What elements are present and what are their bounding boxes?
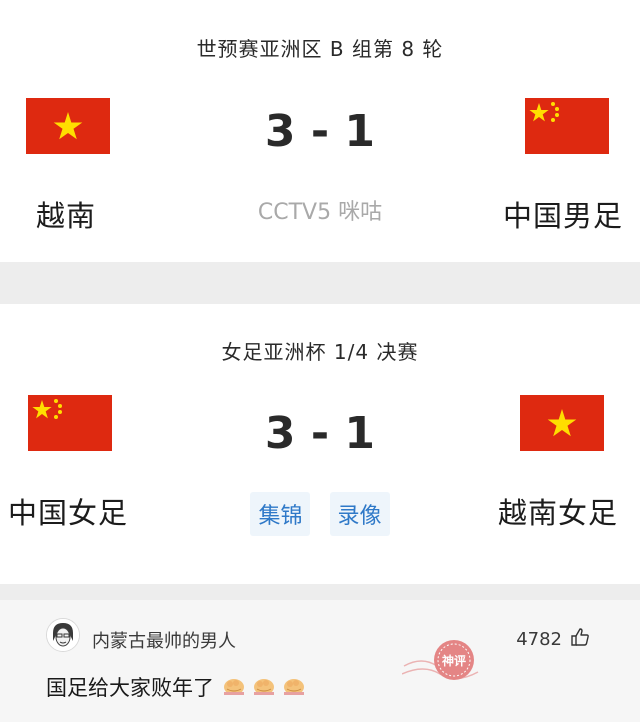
fist-salute-emoji-icon (282, 674, 306, 701)
comment-body: 国足给大家败年了 (46, 672, 306, 702)
like-control[interactable]: 4782 (516, 627, 590, 652)
event-title: 女足亚洲杯 1/4 决赛 (221, 340, 419, 364)
match-card-worldcup-qualifier[interactable]: 世预赛亚洲区 B 组第 8 轮 越南 3 - 1 CCTV5 咪咕 中国男足 (0, 0, 640, 262)
replay-tag[interactable]: 录像 (329, 492, 390, 536)
highlights-tag[interactable]: 集锦 (250, 492, 311, 536)
thumbs-up-icon[interactable] (570, 627, 590, 652)
away-team-name: 中国男足 (503, 199, 624, 233)
china-flag-icon (525, 98, 609, 154)
comment-username[interactable]: 内蒙古最帅的男人 (92, 627, 236, 653)
hot-comment-stamp-icon: 神评 (401, 626, 492, 700)
vietnam-flag-icon (520, 395, 604, 451)
event-title: 世预赛亚洲区 B 组第 8 轮 (196, 37, 444, 61)
stamp-text: 神评 (442, 653, 466, 668)
fist-salute-emoji-icon (252, 674, 276, 701)
fist-salute-emoji-icon (222, 674, 246, 701)
emoji-row (222, 674, 306, 701)
match-card-womens-asian-cup[interactable]: 女足亚洲杯 1/4 决赛 中国女足 3 - 1 集锦 录像 越南女足 (0, 304, 640, 584)
comment-text: 国足给大家败年了 (46, 676, 214, 700)
like-count: 4782 (516, 629, 562, 650)
comment-card (0, 600, 640, 722)
away-team-name: 越南女足 (498, 496, 619, 530)
user-avatar[interactable] (46, 618, 80, 652)
